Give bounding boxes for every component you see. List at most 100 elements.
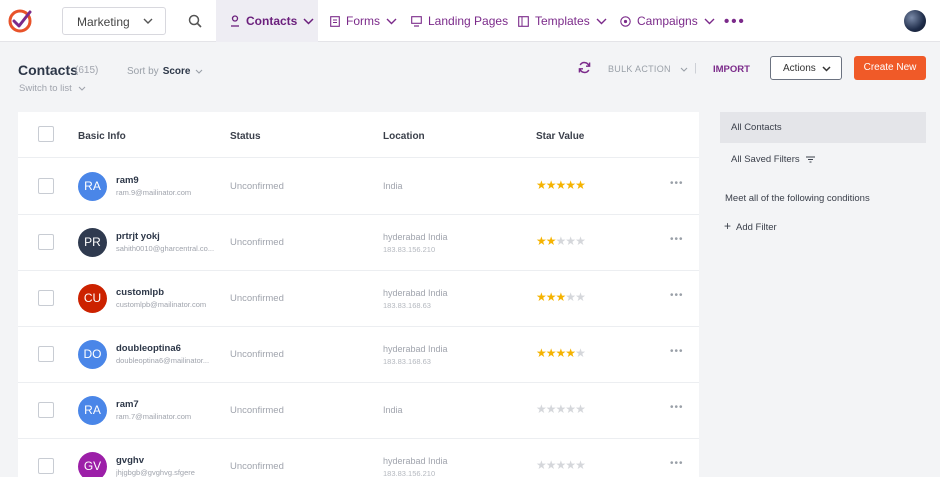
form-icon	[330, 15, 340, 27]
column-header-basic-info[interactable]: Basic Info	[78, 131, 126, 142]
sort-by-dropdown[interactable]: Sort by Score	[127, 66, 203, 77]
saved-filters-dropdown[interactable]: All Saved Filters	[731, 154, 816, 165]
contact-name[interactable]: gvghv	[116, 455, 144, 466]
select-all-checkbox[interactable]	[38, 126, 54, 142]
bulk-action-dropdown[interactable]: BULK ACTION	[608, 64, 688, 74]
tab-forms[interactable]: Forms	[330, 0, 397, 42]
row-more-icon[interactable]: •••	[670, 290, 684, 301]
star-empty-icon: ★	[575, 402, 586, 416]
contact-email: doubleoptina6@mailinator...	[116, 356, 210, 365]
star-filled-icon: ★	[536, 290, 547, 304]
star-rating: ★★★★★	[536, 402, 586, 416]
contact-name[interactable]: ram9	[116, 175, 139, 186]
contact-name[interactable]: doubleoptina6	[116, 343, 181, 354]
actions-label: Actions	[783, 63, 816, 74]
contact-status: Unconfirmed	[230, 293, 284, 304]
star-rating: ★★★★★	[536, 178, 586, 192]
avatar: CU	[78, 284, 107, 313]
more-menu-icon[interactable]: •••	[724, 13, 746, 30]
app-switcher-select[interactable]: Marketing	[62, 7, 166, 35]
row-more-icon[interactable]: •••	[670, 458, 684, 469]
star-empty-icon: ★	[536, 402, 547, 416]
star-empty-icon: ★	[536, 458, 547, 472]
star-filled-icon: ★	[545, 290, 557, 304]
contacts-table: Basic Info Status Location Star Value RA…	[18, 112, 699, 477]
conditions-text: Meet all of the following conditions	[725, 193, 870, 204]
contact-location: India	[383, 405, 403, 415]
tab-templates[interactable]: Templates	[518, 0, 607, 42]
chevron-down-icon	[596, 18, 607, 24]
sort-by-value: Score	[162, 66, 191, 77]
table-row[interactable]: DO doubleoptina6 doubleoptina6@mailinato…	[18, 327, 699, 383]
table-row[interactable]: GV gvghv jhjgbgb@gvghvg.sfgere Unconfirm…	[18, 439, 699, 477]
table-row[interactable]: RA ram9 ram.9@mailinator.com Unconfirmed…	[18, 159, 699, 215]
monitor-icon	[411, 15, 422, 27]
star-rating: ★★★★★	[536, 234, 586, 248]
star-empty-icon: ★	[565, 234, 576, 248]
chevron-down-icon	[680, 67, 688, 72]
sort-by-label: Sort by	[127, 66, 159, 77]
row-checkbox[interactable]	[38, 346, 54, 362]
tab-landing-pages[interactable]: Landing Pages	[411, 0, 508, 42]
row-more-icon[interactable]: •••	[670, 178, 684, 189]
contact-location: hyderabad India	[383, 344, 448, 354]
column-header-star-value[interactable]: Star Value	[536, 131, 584, 142]
tab-contacts[interactable]: Contacts	[216, 0, 318, 42]
row-checkbox[interactable]	[38, 234, 54, 250]
table-row[interactable]: PR prtrjt yokj sahith0010@gharcentral.co…	[18, 215, 699, 271]
all-contacts-filter[interactable]: All Contacts	[720, 112, 926, 143]
row-more-icon[interactable]: •••	[670, 346, 684, 357]
refresh-icon[interactable]	[578, 61, 591, 74]
column-header-location[interactable]: Location	[383, 131, 425, 142]
star-filled-icon: ★	[575, 178, 586, 192]
row-checkbox[interactable]	[38, 458, 54, 474]
template-icon	[518, 15, 529, 27]
avatar: DO	[78, 340, 107, 369]
app-switcher-label: Marketing	[77, 15, 130, 29]
row-more-icon[interactable]: •••	[670, 234, 684, 245]
create-new-button[interactable]: Create New	[854, 56, 926, 80]
row-checkbox[interactable]	[38, 178, 54, 194]
star-empty-icon: ★	[545, 402, 557, 416]
star-filled-icon: ★	[555, 290, 567, 304]
column-header-status[interactable]: Status	[230, 131, 261, 142]
app-logo[interactable]	[8, 9, 32, 33]
bulk-action-label: BULK ACTION	[608, 64, 671, 74]
chevron-down-icon	[704, 18, 715, 24]
row-more-icon[interactable]: •••	[670, 402, 684, 413]
star-empty-icon: ★	[565, 458, 576, 472]
star-empty-icon: ★	[575, 346, 586, 360]
contact-email: sahith0010@gharcentral.co...	[116, 244, 215, 253]
contact-name[interactable]: customlpb	[116, 287, 164, 298]
import-button[interactable]: IMPORT	[713, 64, 750, 75]
star-filled-icon: ★	[536, 346, 547, 360]
search-icon[interactable]	[188, 14, 202, 28]
star-rating: ★★★★★	[536, 290, 586, 304]
table-row[interactable]: RA ram7 ram.7@mailinator.com Unconfirmed…	[18, 383, 699, 439]
star-filled-icon: ★	[565, 346, 576, 360]
star-empty-icon: ★	[555, 458, 567, 472]
contact-location: hyderabad India	[383, 232, 448, 242]
table-row[interactable]: CU customlpb customlpb@mailinator.com Un…	[18, 271, 699, 327]
top-navigation: Marketing Contacts Forms Landing Pages T…	[0, 0, 940, 42]
user-avatar[interactable]	[904, 10, 926, 32]
chevron-down-icon	[195, 69, 203, 74]
star-filled-icon: ★	[536, 234, 547, 248]
star-filled-icon: ★	[536, 178, 547, 192]
contact-status: Unconfirmed	[230, 461, 284, 472]
contacts-count: (615)	[75, 65, 99, 76]
add-filter-button[interactable]: + Add Filter	[724, 219, 777, 233]
chevron-down-icon	[303, 17, 314, 25]
actions-dropdown-button[interactable]: Actions	[770, 56, 842, 80]
contact-status: Unconfirmed	[230, 237, 284, 248]
star-filled-icon: ★	[545, 346, 557, 360]
row-checkbox[interactable]	[38, 402, 54, 418]
contact-name[interactable]: prtrjt yokj	[116, 231, 160, 242]
contact-status: Unconfirmed	[230, 181, 284, 192]
switch-view-dropdown[interactable]: Switch to list	[19, 83, 86, 94]
row-checkbox[interactable]	[38, 290, 54, 306]
tab-campaigns[interactable]: Campaigns	[620, 0, 715, 42]
contact-location: hyderabad India	[383, 456, 448, 466]
avatar: RA	[78, 172, 107, 201]
contact-name[interactable]: ram7	[116, 399, 139, 410]
